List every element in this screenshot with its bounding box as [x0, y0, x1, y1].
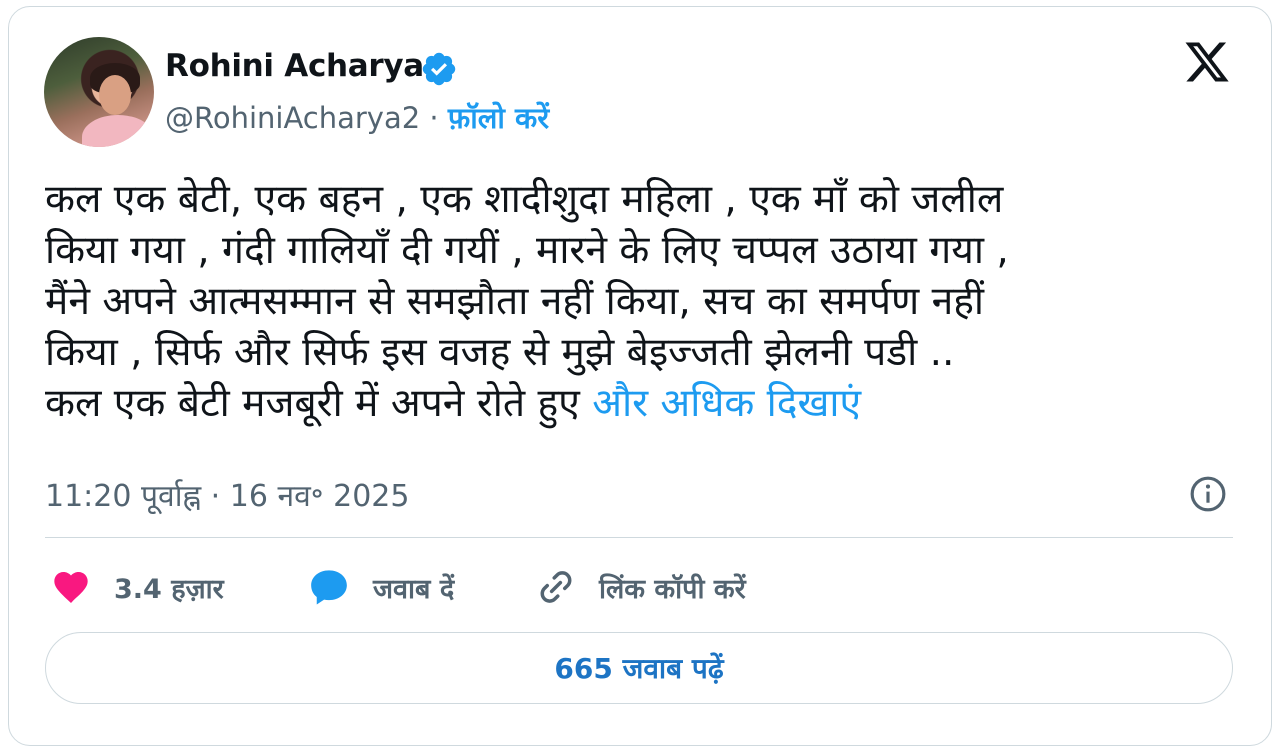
tweet-line: किया गया , गंदी गालियाँ दी गयीं , मारने …	[45, 228, 1009, 273]
tweet-text: कल एक बेटी, एक बहन , एक शादीशुदा महिला ,…	[45, 174, 1245, 429]
author-name[interactable]: Rohini Acharya	[165, 48, 424, 84]
copy-link-button[interactable]: लिंक कॉपी करें	[535, 565, 746, 609]
author-handle-row: @RohiniAcharya2 · फ़ॉलो करें	[165, 98, 549, 137]
tweet-line: मैंने अपने आत्मसम्मान से समझौता नहीं किय…	[45, 279, 985, 324]
divider	[45, 537, 1233, 538]
tweet-line: कल एक बेटी मजबूरी में अपने रोते हुए	[45, 381, 580, 426]
reply-button[interactable]: जवाब दें	[307, 565, 454, 609]
author-handle[interactable]: @RohiniAcharya2	[165, 101, 420, 135]
follow-button[interactable]: फ़ॉलो करें	[448, 101, 549, 135]
tweet-line: कल एक बेटी, एक बहन , एक शादीशुदा महिला ,…	[45, 177, 1004, 222]
tweet-line: किया , सिर्फ और सिर्फ इस वजह से मुझे बेइ…	[45, 330, 955, 375]
x-logo-icon[interactable]	[1182, 38, 1232, 86]
avatar[interactable]	[44, 37, 154, 147]
like-button[interactable]: 3.4 हज़ार	[50, 565, 224, 609]
link-icon	[540, 571, 572, 603]
info-icon[interactable]	[1189, 475, 1227, 513]
tweet-line-last: कल एक बेटी मजबूरी में अपने रोते हुए और अ…	[45, 378, 1245, 429]
show-more-link[interactable]: और अधिक दिखाएं	[592, 381, 861, 426]
read-replies-button[interactable]: 665 जवाब पढ़ें	[45, 632, 1233, 704]
tweet-timestamp[interactable]: 11:20 पूर्वाह्न · 16 नव॰ 2025	[45, 474, 409, 515]
copy-link-label: लिंक कॉपी करें	[599, 573, 746, 605]
reply-bubble-icon	[311, 570, 347, 605]
handle-separator: ·	[429, 101, 439, 135]
heart-icon	[54, 572, 88, 603]
reply-label: जवाब दें	[373, 573, 455, 605]
read-replies-label: 665 जवाब पढ़ें	[554, 652, 724, 685]
like-count: 3.4 हज़ार	[114, 573, 224, 605]
verified-badge-icon	[422, 52, 456, 86]
